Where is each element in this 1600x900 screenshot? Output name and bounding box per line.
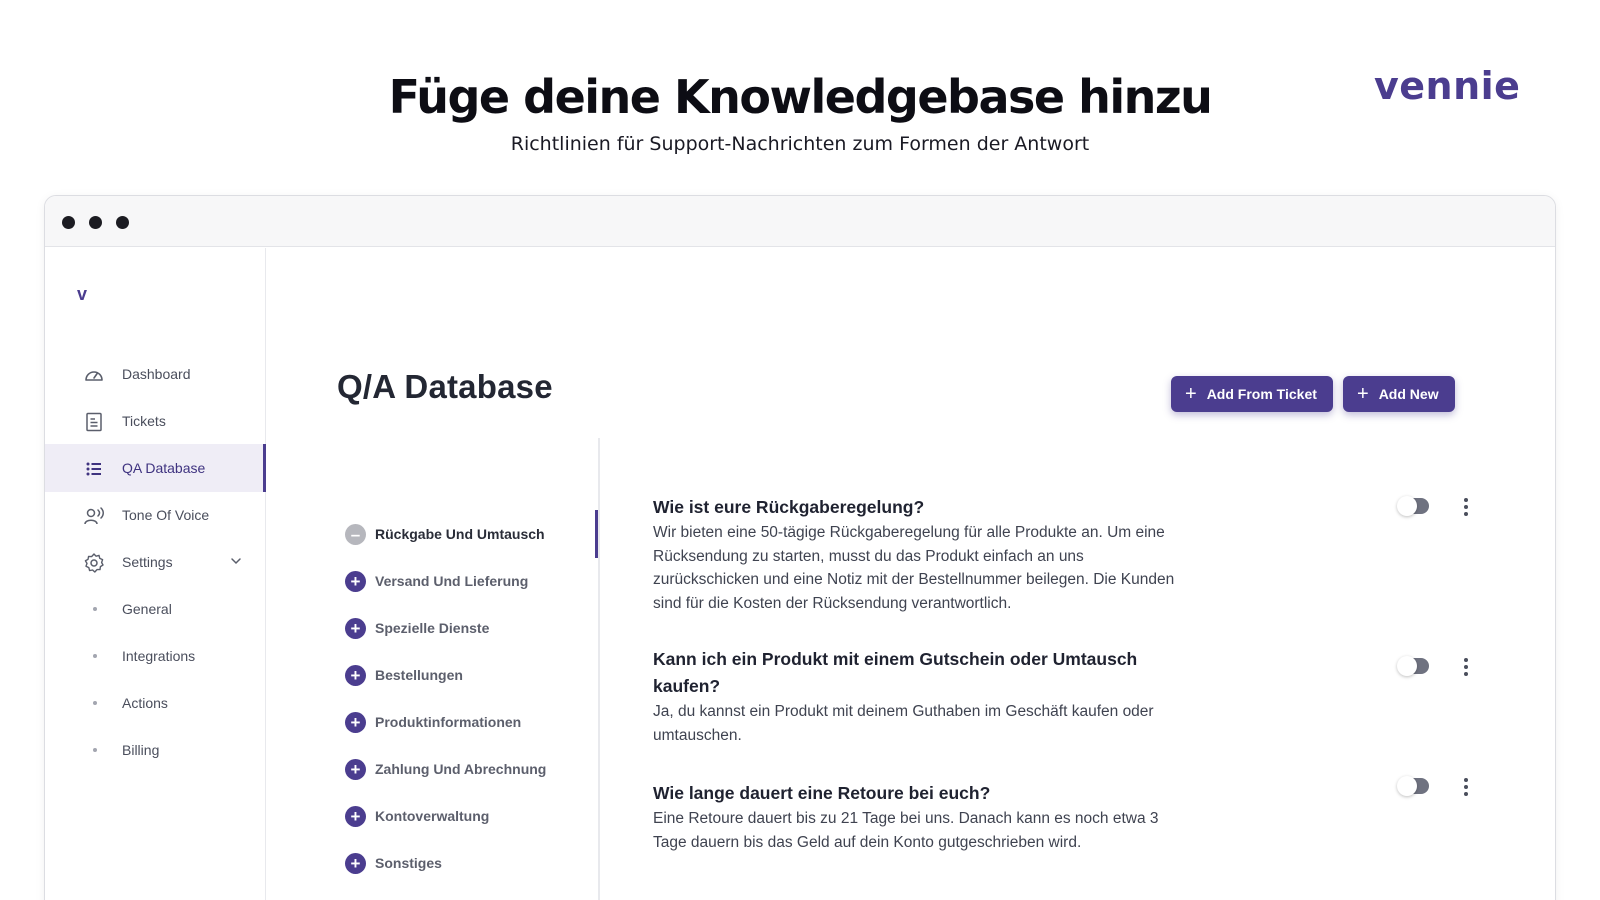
window-titlebar (45, 196, 1555, 247)
brand-logo: vennie (1374, 64, 1521, 108)
qa-question: Wie lange dauert eine Retoure bei euch? (653, 783, 991, 803)
category-label: Rückgabe Und Umtausch (375, 526, 545, 542)
category-item-produktinformationen[interactable]: + Produktinformationen (345, 710, 521, 734)
more-options-icon[interactable] (1463, 658, 1469, 678)
add-new-label: Add New (1378, 386, 1439, 402)
qa-answer: Wir bieten eine 50-tägige Rückgaberegelu… (653, 524, 1175, 612)
gear-icon (84, 553, 104, 573)
sidebar-subitem-label: General (122, 601, 172, 617)
qa-entry[interactable]: Kann ich ein Produkt mit einem Gutschein… (653, 646, 1193, 747)
category-label: Kontoverwaltung (375, 808, 490, 824)
add-new-button[interactable]: + Add New (1343, 376, 1455, 412)
voice-user-icon (84, 507, 104, 525)
expand-icon: + (345, 711, 366, 733)
qa-question: Wie ist eure Rückgaberegelung? (653, 497, 925, 517)
qa-toggle[interactable] (1397, 656, 1429, 676)
hero-subtitle: Richtlinien für Support-Nachrichten zum … (510, 133, 1090, 155)
hero-title: Füge deine Knowledgebase hinzu (388, 70, 1213, 124)
qa-toggle[interactable] (1397, 776, 1429, 796)
bullet-icon (93, 654, 97, 658)
active-category-indicator (595, 510, 598, 558)
page-title: Q/A Database (337, 368, 553, 405)
bullet-icon (93, 701, 97, 705)
sidebar-subitem-billing[interactable]: Billing (45, 726, 266, 774)
sidebar-subitem-label: Billing (122, 742, 160, 758)
app-logo[interactable]: v (77, 284, 87, 305)
sidebar-item-label: Tickets (122, 413, 166, 429)
category-item-versand[interactable]: + Versand Und Lieferung (345, 569, 528, 593)
more-options-icon[interactable] (1463, 498, 1469, 518)
qa-answer: Eine Retoure dauert bis zu 21 Tage bei u… (653, 810, 1159, 851)
toggle-knob (1397, 656, 1417, 676)
category-item-zahlung[interactable]: + Zahlung Und Abrechnung (345, 757, 546, 781)
list-icon (86, 462, 101, 476)
collapse-icon: – (345, 523, 366, 545)
main-content: Q/A Database + Add From Ticket + Add New… (267, 248, 1555, 900)
sidebar-item-tickets[interactable]: Tickets (45, 397, 266, 445)
sidebar-subitem-integrations[interactable]: Integrations (45, 632, 266, 680)
category-label: Sonstiges (375, 855, 442, 871)
bullet-icon (93, 748, 97, 752)
app-window: v Dashboard Tickets QA Database Tone Of … (44, 195, 1556, 900)
expand-icon: + (345, 852, 366, 874)
sidebar-item-dashboard[interactable]: Dashboard (45, 350, 266, 398)
more-options-icon[interactable] (1463, 778, 1469, 798)
sidebar-item-qa-database[interactable]: QA Database (45, 444, 266, 492)
sidebar-item-settings[interactable]: Settings (45, 538, 266, 586)
qa-question: Kann ich ein Produkt mit einem Gutschein… (653, 649, 1138, 696)
document-icon (86, 412, 102, 432)
expand-icon: + (345, 617, 366, 639)
expand-icon: + (345, 570, 366, 592)
category-label: Zahlung Und Abrechnung (375, 761, 547, 777)
category-label: Produktinformationen (375, 714, 522, 730)
expand-icon: + (345, 664, 366, 686)
sidebar-item-label: QA Database (122, 460, 206, 476)
category-item-sonstiges[interactable]: + Sonstiges (345, 851, 442, 875)
qa-entry[interactable]: Wie lange dauert eine Retoure bei euch? … (653, 780, 1193, 854)
sidebar-item-tone-of-voice[interactable]: Tone Of Voice (45, 491, 266, 539)
expand-icon: + (345, 758, 366, 780)
toggle-knob (1397, 776, 1417, 796)
window-dot-maximize[interactable] (116, 216, 129, 229)
add-from-ticket-label: Add From Ticket (1206, 386, 1317, 402)
category-label: Versand Und Lieferung (375, 573, 529, 589)
window-dot-minimize[interactable] (89, 216, 102, 229)
window-dot-close[interactable] (62, 216, 75, 229)
bullet-icon (93, 607, 97, 611)
qa-entry[interactable]: Wie ist eure Rückgaberegelung? Wir biete… (653, 494, 1193, 615)
category-label: Spezielle Dienste (375, 620, 490, 636)
sidebar-subitem-label: Integrations (122, 648, 196, 664)
qa-answer: Ja, du kannst ein Produkt mit deinem Gut… (653, 703, 1154, 744)
add-from-ticket-button[interactable]: + Add From Ticket (1171, 376, 1333, 412)
expand-icon: + (345, 805, 366, 827)
category-item-spezielle-dienste[interactable]: + Spezielle Dienste (345, 616, 489, 640)
sidebar-subitem-general[interactable]: General (45, 585, 266, 633)
sidebar-item-label: Settings (122, 554, 173, 570)
plus-icon: + (1357, 383, 1369, 405)
category-item-rueckgabe[interactable]: – Rückgabe Und Umtausch (345, 522, 545, 546)
plus-icon: + (1185, 383, 1197, 405)
sidebar-item-label: Dashboard (122, 366, 191, 382)
category-item-kontoverwaltung[interactable]: + Kontoverwaltung (345, 804, 489, 828)
category-label: Bestellungen (375, 667, 463, 683)
category-item-bestellungen[interactable]: + Bestellungen (345, 663, 463, 687)
sidebar-subitem-actions[interactable]: Actions (45, 679, 266, 727)
qa-toggle[interactable] (1397, 496, 1429, 516)
sidebar: v Dashboard Tickets QA Database Tone Of … (45, 248, 266, 900)
sidebar-item-label: Tone Of Voice (122, 507, 210, 523)
chevron-down-icon[interactable] (229, 554, 243, 568)
category-divider (598, 438, 600, 900)
gauge-icon (85, 371, 103, 381)
toggle-knob (1397, 496, 1417, 516)
sidebar-subitem-label: Actions (122, 695, 168, 711)
